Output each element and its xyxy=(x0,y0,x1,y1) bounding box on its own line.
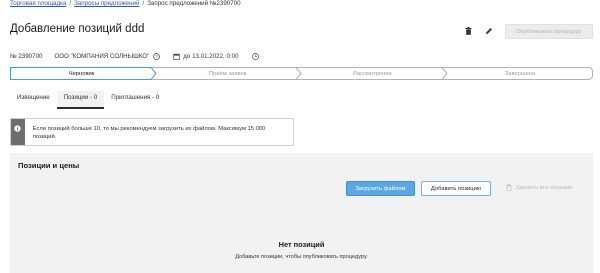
info-icon xyxy=(11,119,25,145)
trash-icon xyxy=(506,184,512,191)
help-icon[interactable]: ? xyxy=(152,52,160,60)
breadcrumb-link-marketplace[interactable]: Торговая площадка xyxy=(10,0,66,7)
tab-invitations[interactable]: Приглашения - 0 xyxy=(104,91,166,109)
tab-notice[interactable]: Извещение xyxy=(10,91,57,109)
publish-button[interactable]: Опубликовать процедуру xyxy=(505,24,593,39)
upload-file-button[interactable]: Загрузить файлом xyxy=(346,181,415,196)
step-review: Рассмотрение xyxy=(353,70,392,77)
step-completed: Завершена xyxy=(504,70,536,77)
tab-positions[interactable]: Позиции - 0 xyxy=(56,91,105,109)
clock-icon xyxy=(252,52,260,60)
info-text: Если позиций больше 10, то мы рекомендуе… xyxy=(32,126,266,140)
step-accepting-bids: Приём заявок xyxy=(208,70,247,77)
procedure-number: № 2390700 xyxy=(10,52,43,60)
breadcrumb-current: Запрос предложений №2390700 xyxy=(147,0,241,7)
pencil-icon[interactable] xyxy=(484,26,494,36)
calendar-icon xyxy=(172,52,180,60)
empty-state-subtitle: Добавьте позиции, чтобы опубликовать про… xyxy=(235,254,368,260)
procedure-stepper: Черновик Приём заявок Рассмотрение Завер… xyxy=(10,67,593,80)
breadcrumb-separator: / xyxy=(69,0,72,7)
delete-all-label: Удалить все позиции xyxy=(516,184,573,191)
info-alert: Если позиций больше 10, то мы рекомендуе… xyxy=(10,118,294,146)
empty-state-title: Нет позиций xyxy=(278,240,325,249)
positions-section: Позиции и цены Загрузить файлом Добавить… xyxy=(10,153,593,273)
tabs: Извещение Позиции - 0 Приглашения - 0 xyxy=(10,91,166,109)
breadcrumb: Торговая площадка / Запросы предложений / За… xyxy=(10,0,241,7)
svg-text:?: ? xyxy=(155,54,158,59)
company-name: ООО "КОМПАНИЯ СОЛНЫШКО" xyxy=(54,52,150,60)
deadline: до 13.01.2022, 0:00 xyxy=(183,52,239,60)
breadcrumb-link-requests[interactable]: Запросы предложений xyxy=(74,0,139,7)
breadcrumb-separator: / xyxy=(142,0,145,7)
procedure-meta: № 2390700 ООО "КОМПАНИЯ СОЛНЫШКО" ? до 1… xyxy=(10,52,263,60)
page-title: Добавление позиций ddd xyxy=(10,23,145,35)
step-draft: Черновик xyxy=(68,70,95,77)
delete-all-button[interactable]: Удалить все позиции xyxy=(506,184,572,191)
add-position-button[interactable]: Добавить позицию xyxy=(421,181,491,196)
trash-icon[interactable] xyxy=(463,26,473,36)
section-title: Позиции и цены xyxy=(18,161,80,170)
